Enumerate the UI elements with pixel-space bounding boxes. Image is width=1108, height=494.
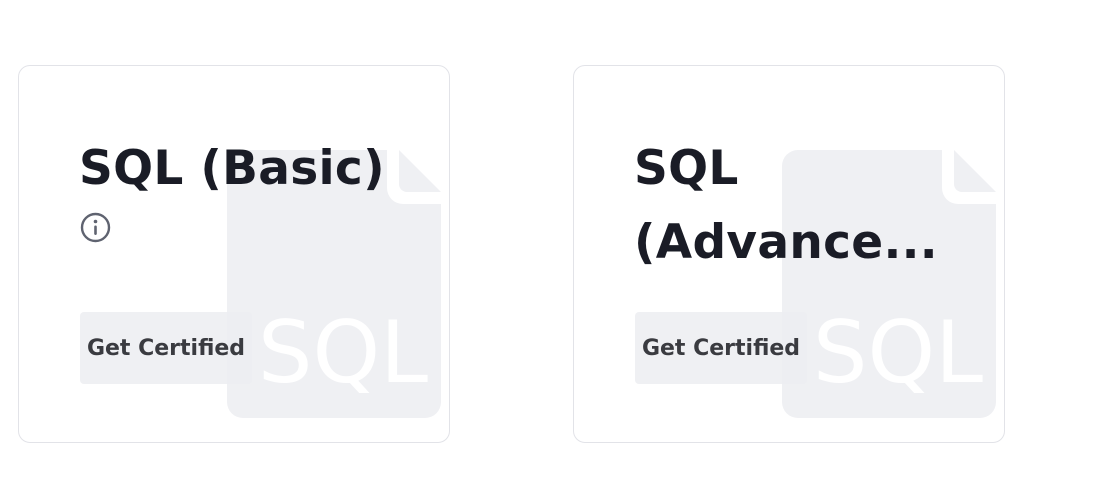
- card-title: SQL (Advance...: [634, 141, 938, 270]
- certification-card-sql-advanced[interactable]: SQL SQL (Advance... Get Certified: [573, 65, 1005, 443]
- illustration-label: SQL: [813, 303, 983, 403]
- certification-card-sql-basic[interactable]: SQL SQL (Basic) Get Certified: [18, 65, 450, 443]
- get-certified-button[interactable]: Get Certified: [80, 312, 252, 384]
- illustration-label: SQL: [258, 303, 428, 403]
- info-icon[interactable]: [80, 212, 111, 243]
- get-certified-button[interactable]: Get Certified: [635, 312, 807, 384]
- card-title: SQL (Basic): [79, 141, 385, 196]
